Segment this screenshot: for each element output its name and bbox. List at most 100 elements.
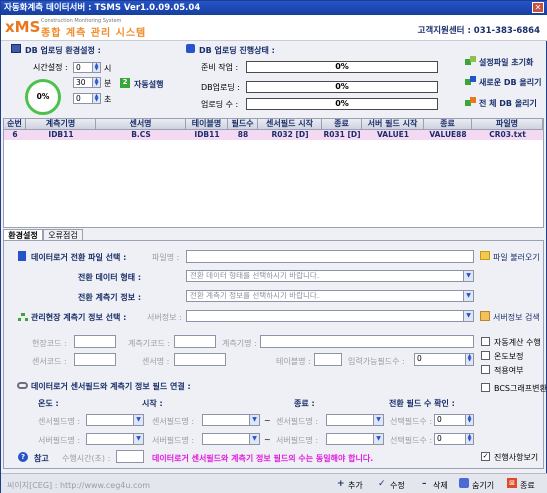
close-window-button[interactable]: ✕	[532, 2, 544, 13]
spinner-arrows-icon[interactable]: ▲ ▼	[465, 354, 473, 365]
conv-info-select[interactable]: 전환 계측기 정보를 선택하시기 바랍니다. ▼	[186, 290, 474, 302]
exec-time-input[interactable]	[116, 450, 144, 463]
conv-check-label: 전환 필드 수 확인 :	[389, 399, 455, 408]
col-header[interactable]: 계측기명	[26, 119, 96, 130]
progress-view-label[interactable]: 진행사항보기	[494, 452, 538, 463]
meter-name-label: 계측기명 :	[222, 339, 257, 348]
table-row[interactable]: 6 IDB11 B.CS IDB11 88 R032 [D] R031 [D] …	[4, 130, 543, 140]
folder-icon[interactable]	[480, 251, 490, 260]
col-header[interactable]: 필드수	[228, 119, 258, 130]
reset-config-icon[interactable]	[465, 56, 476, 65]
reset-config-button[interactable]: 설정파일 초기화	[479, 57, 533, 68]
new-upload-icon[interactable]	[465, 76, 476, 85]
end-sensor-field-select[interactable]: ▼	[326, 414, 384, 426]
meter-code-input[interactable]	[174, 335, 216, 348]
exit-icon[interactable]: ⊠	[507, 478, 517, 488]
meter-name-input[interactable]	[260, 335, 474, 348]
upload-status-title: DB 업로딩 진행상태 :	[199, 46, 275, 55]
all-upload-button[interactable]: 전 체 DB 올리기	[479, 98, 537, 109]
chevron-down-icon[interactable]: ▼	[373, 434, 383, 444]
auto-run-label[interactable]: 자동설행	[134, 79, 163, 90]
new-upload-button[interactable]: 새로운 DB 올리기	[479, 77, 541, 88]
col-header[interactable]: 종료	[322, 119, 362, 130]
exit-button[interactable]: 종료	[520, 480, 535, 491]
file-load-button[interactable]: 파일 불러오기	[493, 252, 540, 263]
table-cell: R031 [D]	[323, 130, 361, 139]
col-header[interactable]: 테이블명	[186, 119, 228, 130]
temp-server-field-select[interactable]: ▼	[86, 433, 144, 445]
select-field-spinner-2[interactable]: 0 ▲ ▼	[434, 433, 474, 445]
check-icon[interactable]: ✓	[378, 479, 386, 489]
status-bar: 씨이지[CEG] : http://www.ceg4u.com + 추가 ✓ 수…	[1, 473, 547, 493]
chevron-down-icon[interactable]: ▼	[463, 271, 473, 281]
col-header[interactable]: 센서필드 시작	[258, 119, 322, 130]
meter-code-label: 계측기코드 :	[128, 339, 171, 348]
table-name-input[interactable]	[314, 353, 342, 366]
auto-calc-label[interactable]: 자동계산 수행	[494, 337, 541, 348]
delete-button[interactable]: 삭제	[433, 480, 448, 491]
select-field-label: 선택필드수 :	[390, 417, 433, 426]
hide-icon[interactable]	[459, 478, 469, 488]
sensor-name-input[interactable]	[174, 353, 226, 366]
hide-button[interactable]: 숨기기	[472, 480, 494, 491]
sensor-code-input[interactable]	[74, 353, 116, 366]
chevron-down-icon[interactable]: ▼	[133, 415, 143, 425]
auto-calc-checkbox[interactable]	[481, 337, 490, 346]
apply-checkbox[interactable]	[481, 365, 490, 374]
chevron-down-icon[interactable]: ▼	[463, 311, 473, 321]
hour-value: 0	[76, 63, 81, 72]
server-search-icon[interactable]	[480, 311, 490, 321]
spinner-arrows-icon[interactable]: ▲ ▼	[92, 63, 100, 72]
select-field-spinner[interactable]: 0 ▲ ▼	[434, 414, 474, 426]
add-icon[interactable]: +	[337, 479, 345, 489]
bcs-graph-label[interactable]: BCS그래프변환	[494, 383, 547, 394]
chevron-down-icon[interactable]: ▼	[133, 434, 143, 444]
chevron-down-icon[interactable]: ▼	[373, 415, 383, 425]
col-header[interactable]: 파일명	[472, 119, 543, 130]
input-fields-spinner[interactable]: 0 ▲ ▼	[414, 353, 474, 366]
start-server-field-select[interactable]: ▼	[202, 433, 260, 445]
col-header[interactable]: 서버 필드 시작	[362, 119, 424, 130]
all-upload-icon[interactable]	[465, 97, 476, 106]
spinner-arrows-icon[interactable]: ▲ ▼	[465, 434, 473, 444]
filename-label: 파일명 :	[152, 253, 180, 262]
status-label-prep: 준비 작업 :	[201, 63, 239, 72]
end-server-field-select[interactable]: ▼	[326, 433, 384, 445]
hour-spinner[interactable]: 0 ▲ ▼	[73, 62, 101, 73]
server-info-select[interactable]: ▼	[186, 310, 474, 322]
upload-panel: DB 업로딩 환경설정 : 0% 시간설정 : 0 ▲ ▼ 시 30 ▲ ▼ 분 0…	[3, 42, 544, 116]
filename-input[interactable]	[186, 250, 474, 263]
temp-correction-label[interactable]: 온도보정	[494, 351, 523, 362]
apply-label[interactable]: 적용여부	[494, 365, 523, 376]
chevron-down-icon[interactable]: ▼	[463, 291, 473, 301]
spinner-arrows-icon[interactable]: ▲ ▼	[92, 78, 100, 87]
minute-spinner[interactable]: 30 ▲ ▼	[73, 77, 101, 88]
table-cell: 6	[12, 130, 18, 139]
table-cell: R032 [D]	[271, 130, 309, 139]
count-progress-bar: 0%	[246, 98, 438, 110]
second-spinner[interactable]: 0 ▲ ▼	[73, 93, 101, 104]
spinner-arrows-icon[interactable]: ▲ ▼	[92, 94, 100, 103]
bcs-graph-checkbox[interactable]	[481, 383, 490, 392]
start-sensor-field-select[interactable]: ▼	[202, 414, 260, 426]
end-server-field-label: 서버필드명 :	[276, 436, 319, 445]
edit-button[interactable]: 수정	[390, 480, 405, 491]
col-header[interactable]: 종료	[424, 119, 472, 130]
progress-view-checkbox[interactable]: ✓	[481, 452, 490, 461]
site-code-input[interactable]	[74, 335, 116, 348]
spinner-arrows-icon[interactable]: ▲ ▼	[465, 415, 473, 425]
conv-type-select[interactable]: 전환 데이터 형태를 선택하시기 바랍니다. ▼	[186, 270, 474, 282]
minus-icon[interactable]: –	[422, 479, 427, 489]
col-header[interactable]: 순번	[4, 119, 26, 130]
server-search-button[interactable]: 서버정보 검색	[493, 312, 540, 323]
temp-correction-checkbox[interactable]	[481, 351, 490, 360]
temp-sensor-field-select[interactable]: ▼	[86, 414, 144, 426]
col-header[interactable]: 센서명	[96, 119, 186, 130]
chevron-down-icon[interactable]: ▼	[249, 415, 259, 425]
input-fields-label: 입력가능필드수 :	[348, 357, 405, 366]
auto-run-icon[interactable]: 2	[120, 78, 130, 88]
chevron-down-icon[interactable]: ▼	[249, 434, 259, 444]
sensor-table: 순번 계측기명 센서명 테이블명 필드수 센서필드 시작 종료 서버 필드 시작…	[3, 118, 544, 228]
add-button[interactable]: 추가	[348, 480, 363, 491]
upload-env-title: DB 업로딩 환경설정 :	[25, 46, 101, 55]
